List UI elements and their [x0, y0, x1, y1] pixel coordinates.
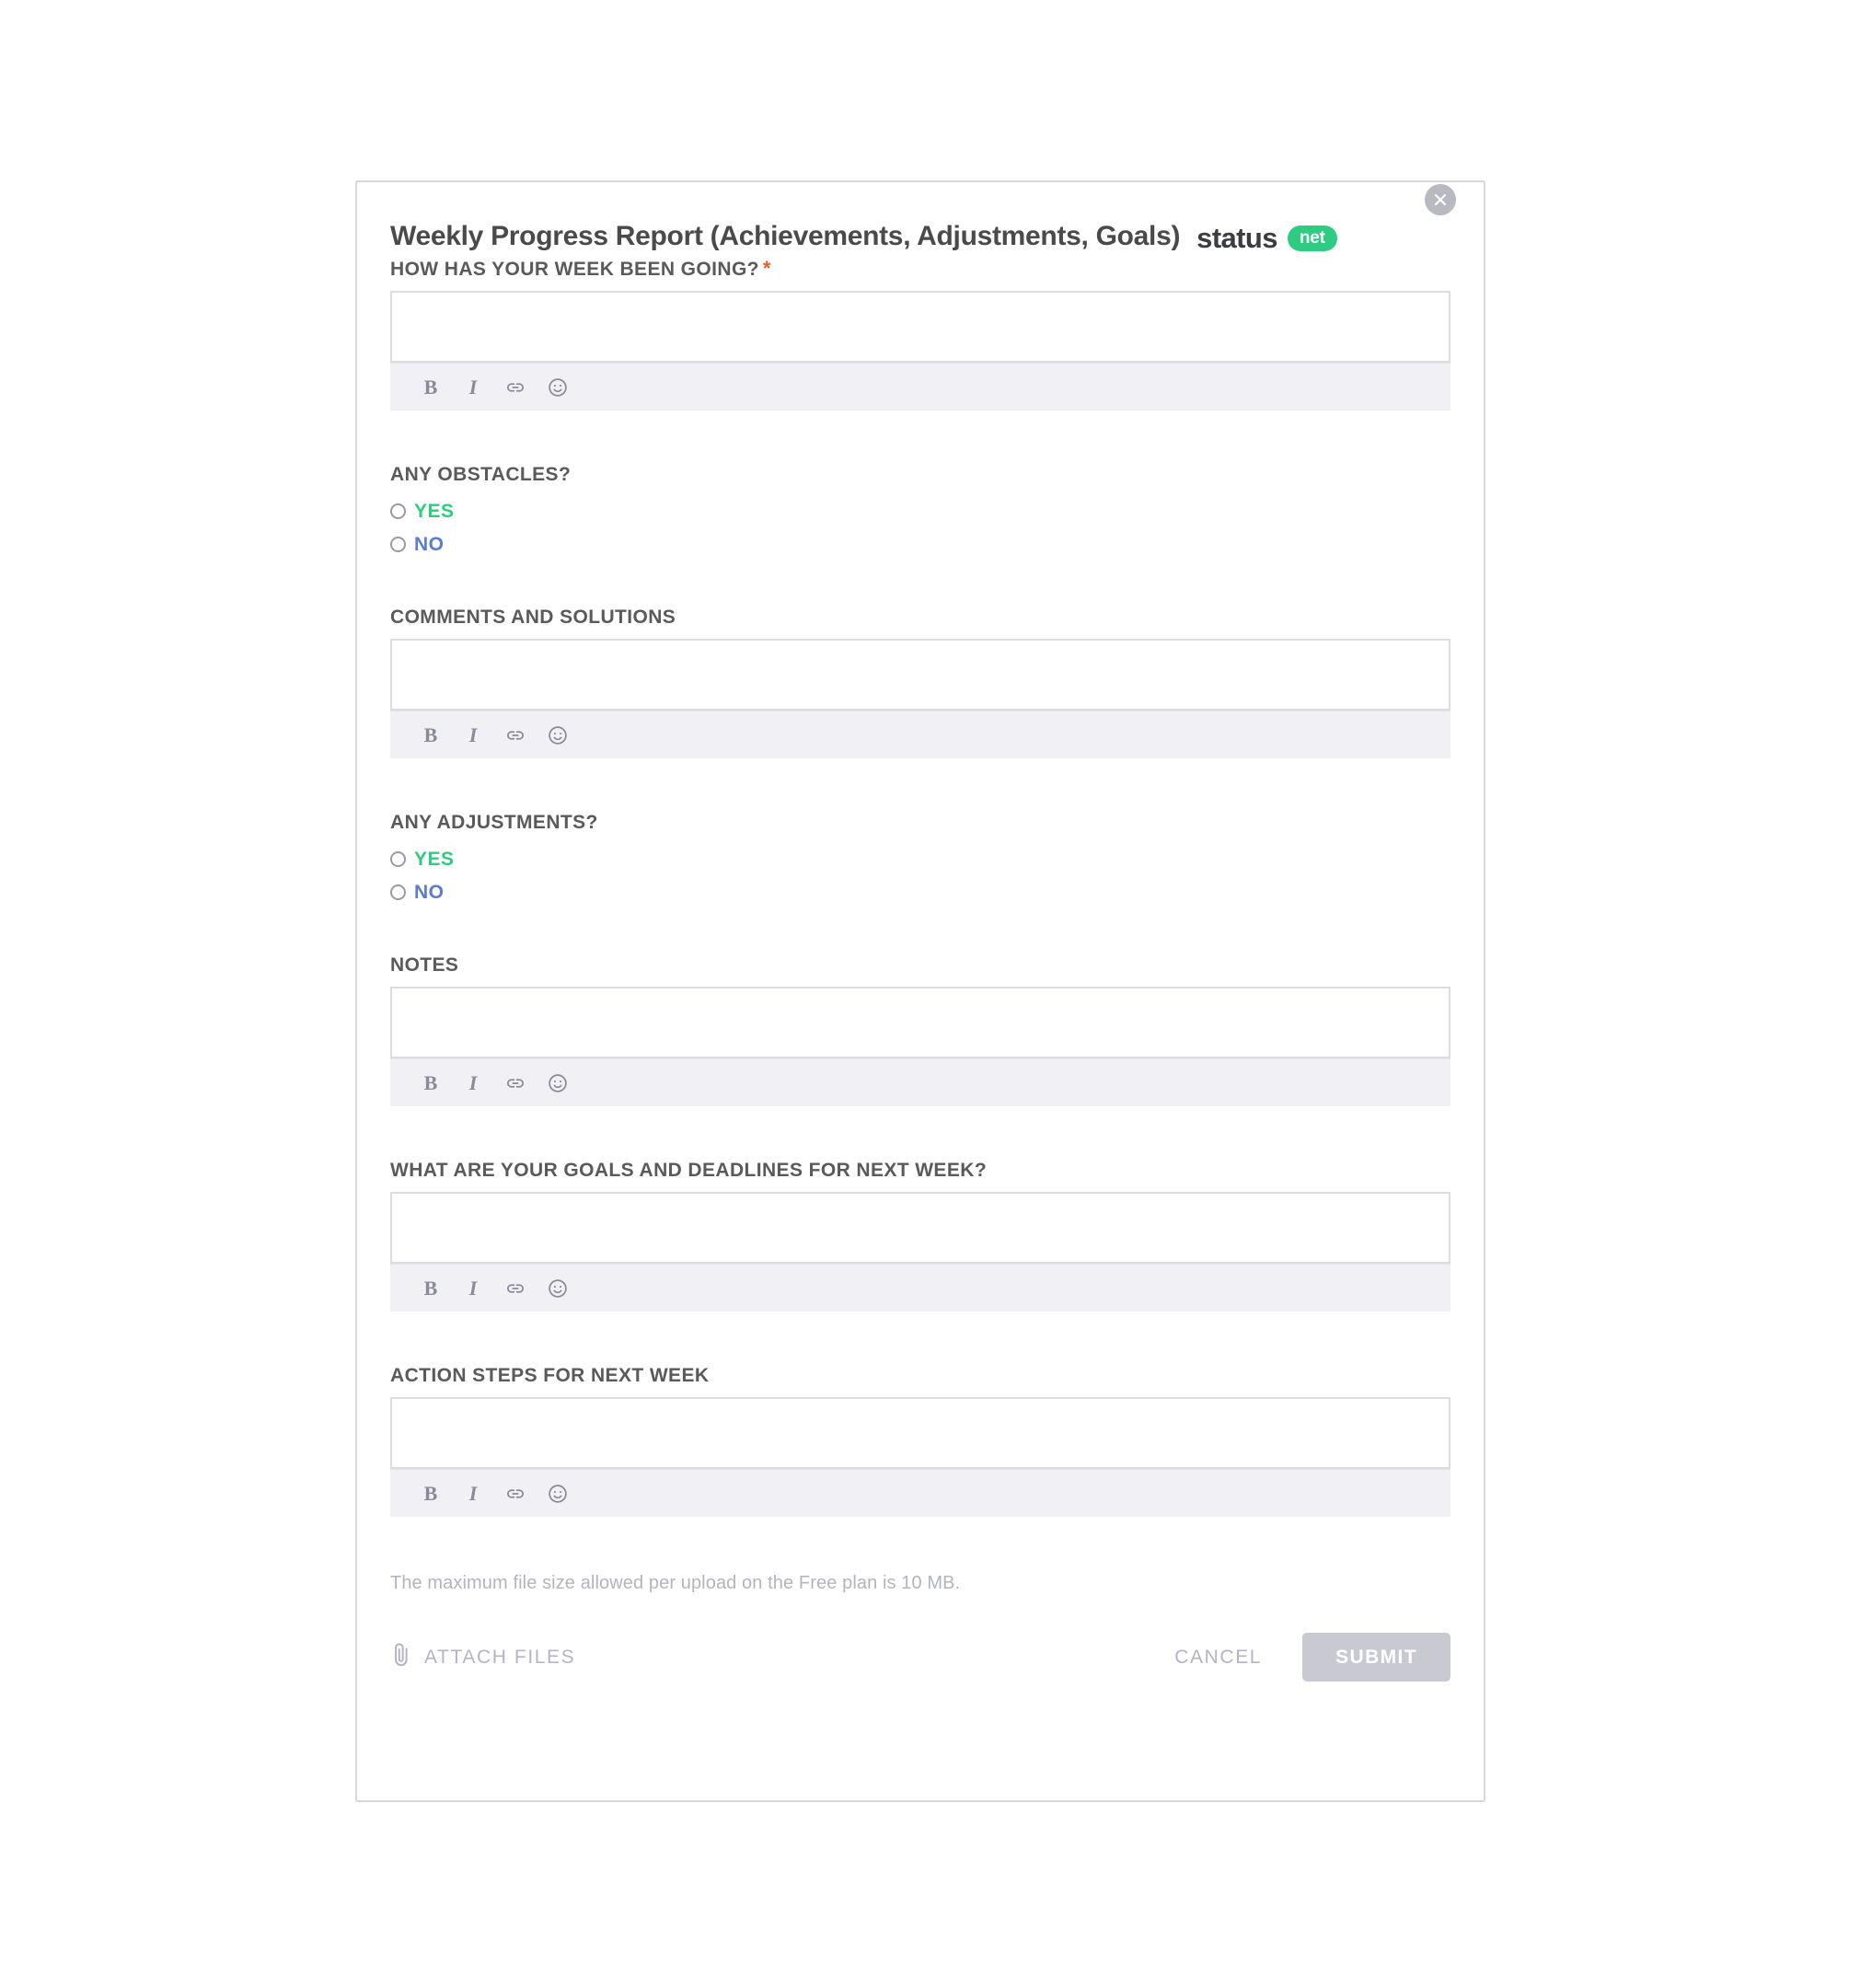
italic-icon[interactable]: I — [455, 720, 491, 751]
page-title: Weekly Progress Report (Achievements, Ad… — [390, 221, 1181, 251]
toolbar-comments: B I — [390, 711, 1450, 758]
italic-icon[interactable]: I — [455, 1068, 491, 1099]
italic-icon[interactable]: I — [455, 1273, 491, 1304]
link-icon[interactable] — [497, 1273, 534, 1304]
bold-icon[interactable]: B — [412, 720, 449, 751]
textarea-comments[interactable] — [390, 639, 1450, 711]
radio-obstacles-no-label: NO — [414, 533, 445, 555]
label-comments: COMMENTS AND SOLUTIONS — [390, 607, 676, 628]
toolbar-week-going: B I — [390, 363, 1450, 410]
link-icon[interactable] — [497, 1068, 534, 1099]
close-icon[interactable] — [1425, 184, 1456, 215]
toolbar-notes: B I — [390, 1058, 1450, 1106]
bold-icon[interactable]: B — [412, 1068, 449, 1099]
radio-adjustments-no-label: NO — [414, 881, 445, 903]
modal-header: Weekly Progress Report (Achievements, Ad… — [390, 184, 1456, 252]
radio-obstacles-yes[interactable]: YES — [390, 496, 510, 526]
textarea-action-steps[interactable] — [390, 1397, 1450, 1469]
required-asterisk: * — [762, 257, 771, 280]
label-adjustments: ANY ADJUSTMENTS? — [390, 812, 598, 833]
textarea-notes[interactable] — [390, 987, 1450, 1058]
emoji-icon[interactable] — [539, 1273, 576, 1304]
bold-icon[interactable]: B — [412, 1478, 449, 1509]
paperclip-icon — [390, 1641, 414, 1673]
radio-circle-icon — [390, 850, 406, 867]
emoji-icon[interactable] — [539, 1478, 576, 1509]
label-week-going: HOW HAS YOUR WEEK BEEN GOING? * — [390, 258, 1450, 281]
radio-obstacles-no[interactable]: NO — [390, 529, 510, 559]
editor-comments: B I — [390, 639, 1450, 758]
brand-logo: status net — [1196, 224, 1337, 252]
radio-adjustments-yes[interactable]: YES — [390, 844, 510, 873]
submit-button[interactable]: SUBMIT — [1302, 1633, 1450, 1682]
attach-files-label: ATTACH FILES — [424, 1647, 576, 1668]
emoji-icon[interactable] — [539, 1068, 576, 1099]
file-size-note: The maximum file size allowed per upload… — [390, 1573, 961, 1593]
radio-circle-icon — [390, 503, 406, 519]
toolbar-goals: B I — [390, 1264, 1450, 1312]
editor-goals: B I — [390, 1192, 1450, 1312]
editor-week-going: B I — [390, 291, 1450, 410]
label-action-steps: ACTION STEPS FOR NEXT WEEK — [390, 1365, 710, 1386]
label-week-going-text: HOW HAS YOUR WEEK BEEN GOING? — [390, 259, 759, 280]
attach-files-button[interactable]: ATTACH FILES — [390, 1641, 575, 1673]
editor-notes: B I — [390, 987, 1450, 1106]
italic-icon[interactable]: I — [455, 372, 491, 403]
label-goals: WHAT ARE YOUR GOALS AND DEADLINES FOR NE… — [390, 1160, 988, 1181]
radio-group-obstacles: YES NO — [390, 496, 1450, 559]
brand-wordmark: status — [1196, 222, 1277, 254]
modal-body: Weekly Progress Report (Achievements, Ad… — [357, 182, 1484, 1800]
bold-icon[interactable]: B — [412, 1273, 449, 1304]
radio-obstacles-yes-label: YES — [414, 500, 455, 522]
radio-circle-icon — [390, 536, 406, 552]
emoji-icon[interactable] — [539, 720, 576, 751]
toolbar-action-steps: B I — [390, 1469, 1450, 1517]
radio-adjustments-no[interactable]: NO — [390, 877, 510, 907]
link-icon[interactable] — [497, 720, 534, 751]
bold-icon[interactable]: B — [412, 372, 449, 403]
label-notes: NOTES — [390, 954, 459, 976]
link-icon[interactable] — [497, 1478, 534, 1509]
italic-icon[interactable]: I — [455, 1478, 491, 1509]
link-icon[interactable] — [497, 372, 534, 403]
footer-actions: ATTACH FILES CANCEL SUBMIT — [390, 1633, 1450, 1682]
page-background: Weekly Progress Report (Achievements, Ad… — [0, 0, 1849, 1988]
textarea-week-going[interactable] — [390, 291, 1450, 363]
cancel-button[interactable]: CANCEL — [1174, 1647, 1262, 1667]
radio-adjustments-yes-label: YES — [414, 848, 455, 870]
radio-circle-icon — [390, 884, 406, 900]
weekly-progress-report-modal: Weekly Progress Report (Achievements, Ad… — [355, 180, 1485, 1802]
label-obstacles: ANY OBSTACLES? — [390, 464, 572, 485]
textarea-goals[interactable] — [390, 1192, 1450, 1264]
emoji-icon[interactable] — [539, 372, 576, 403]
brand-pill-net: net — [1287, 225, 1337, 251]
radio-group-adjustments: YES NO — [390, 844, 1450, 907]
editor-action-steps: B I — [390, 1397, 1450, 1517]
